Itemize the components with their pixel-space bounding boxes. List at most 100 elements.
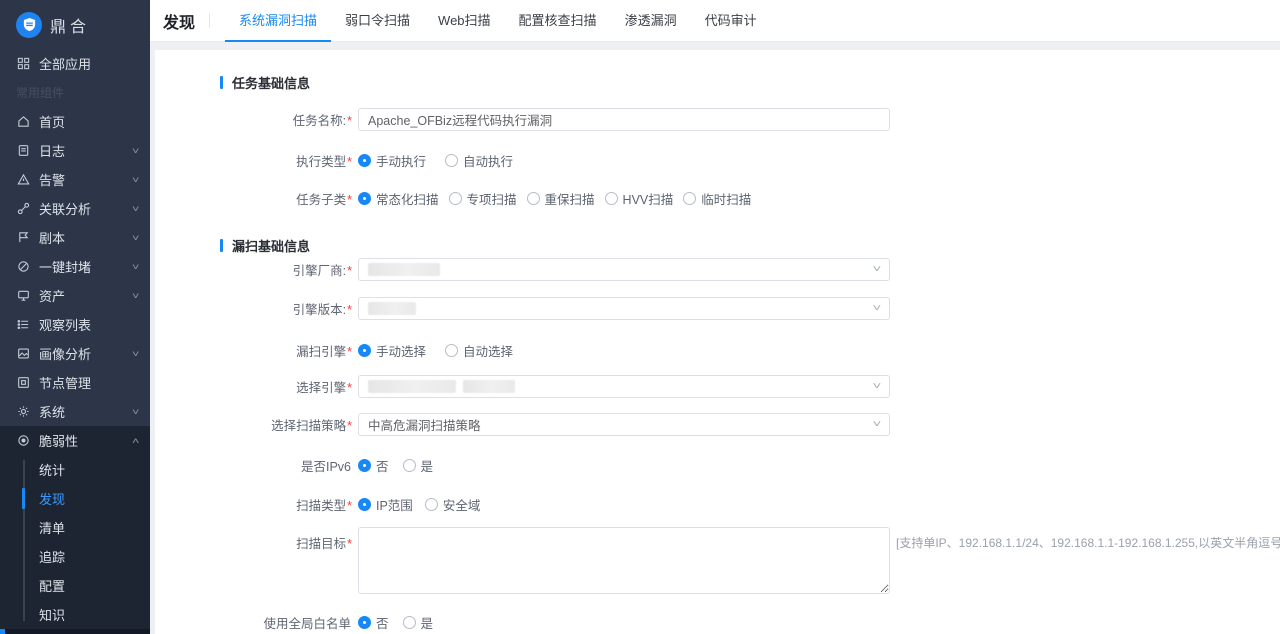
engine-vendor-select[interactable]: ˅ (358, 258, 890, 281)
engine-version-select[interactable]: ˅ (358, 297, 890, 320)
sidebar-subitem-statistics[interactable]: 统计 (0, 455, 150, 484)
row-engine-vendor: 引擎厂商:* ˅ (155, 258, 890, 281)
home-icon (16, 115, 30, 129)
chevron-down-icon: ˅ (132, 204, 139, 214)
redacted-value (463, 380, 515, 393)
vulnerability-submenu: 统计 发现 清单 追踪 配置 知识 (0, 455, 150, 629)
select-engine-select[interactable]: ˅ (358, 375, 890, 398)
sidebar-caption-common: 常用组件 (0, 78, 150, 107)
sidebar-item-profile-analysis[interactable]: 画像分析 ˅ (0, 339, 150, 368)
chevron-down-icon: ˅ (132, 262, 139, 272)
radio-normalized-scan[interactable]: 常态化扫描 (358, 189, 439, 208)
radio-off-icon (683, 192, 696, 205)
page-title: 发现 (163, 9, 195, 33)
radio-hvv-scan[interactable]: HVV扫描 (605, 189, 674, 208)
radio-manual-select[interactable]: 手动选择 (358, 341, 426, 360)
section-task-basic-info: 任务基础信息 (220, 73, 310, 92)
radio-special-scan[interactable]: 专项扫描 (449, 189, 517, 208)
sidebar-item-one-click-block[interactable]: 一键封堵 ˅ (0, 252, 150, 281)
image-icon (16, 347, 30, 361)
sidebar-item-playbook[interactable]: 剧本 ˅ (0, 223, 150, 252)
sidebar-item-node-management[interactable]: 节点管理 (0, 368, 150, 397)
radio-auto-select[interactable]: 自动选择 (445, 341, 513, 360)
scan-tabs: 系统漏洞扫描 弱口令扫描 Web扫描 配置核查扫描 渗透漏洞 代码审计 (225, 0, 771, 42)
block-icon (16, 260, 30, 274)
tab-web-scan[interactable]: Web扫描 (424, 0, 505, 42)
radio-auto-execute[interactable]: 自动执行 (445, 151, 513, 170)
sidebar-item-vulnerability[interactable]: 脆弱性 ˄ (0, 426, 150, 455)
chevron-down-icon: ˅ (132, 233, 139, 243)
chevron-down-icon: ˅ (873, 381, 882, 392)
grid-icon (16, 57, 30, 71)
sidebar-nav: 全部应用 常用组件 首页 日志 ˅ 告警 ˅ 关联分析 ˅ 剧本 ˅ (0, 49, 150, 426)
chevron-down-icon: ˅ (873, 264, 882, 275)
sidebar-item-system[interactable]: 系统 ˅ (0, 397, 150, 426)
row-ipv6: 是否IPv6 否 是 (155, 456, 433, 475)
tab-code-audit[interactable]: 代码审计 (691, 0, 771, 42)
main-area: 发现 系统漏洞扫描 弱口令扫描 Web扫描 配置核查扫描 渗透漏洞 代码审计 任… (150, 0, 1280, 634)
task-name-input[interactable] (358, 108, 890, 131)
redacted-value (368, 263, 440, 276)
radio-off-icon (445, 154, 458, 167)
sidebar-subitem-tracking[interactable]: 追踪 (0, 542, 150, 571)
radio-security-zone[interactable]: 安全域 (425, 495, 481, 514)
chevron-down-icon: ˅ (132, 291, 139, 301)
scan-target-textarea[interactable] (358, 527, 890, 594)
chevron-down-icon: ˅ (132, 175, 139, 185)
chevron-down-icon: ˅ (873, 303, 882, 314)
form-panel: 任务基础信息 任务名称:* 执行类型* 手动执行 自动执行 任务子类* (155, 50, 1280, 634)
top-tab-bar: 发现 系统漏洞扫描 弱口令扫描 Web扫描 配置核查扫描 渗透漏洞 代码审计 (150, 0, 1280, 42)
radio-off-icon (527, 192, 540, 205)
shield-logo-icon (16, 12, 42, 38)
sidebar-footer (0, 629, 150, 634)
radio-manual-execute[interactable]: 手动执行 (358, 151, 426, 170)
radio-off-icon (425, 498, 438, 511)
sidebar-item-assets[interactable]: 资产 ˅ (0, 281, 150, 310)
sidebar: 鼎合 全部应用 常用组件 首页 日志 ˅ 告警 ˅ 关联分析 ˅ 剧本 (0, 0, 150, 634)
chevron-down-icon: ˅ (873, 419, 882, 430)
sidebar-item-watchlist[interactable]: 观察列表 (0, 310, 150, 339)
sidebar-subitem-knowledge[interactable]: 知识 (0, 600, 150, 629)
list-icon (16, 318, 30, 332)
sidebar-subitem-discovery[interactable]: 发现 (0, 484, 150, 513)
row-task-subclass: 任务子类* 常态化扫描 专项扫描 重保扫描 HVV扫描 (155, 189, 751, 208)
row-task-name: 任务名称:* (155, 108, 890, 131)
radio-whitelist-no[interactable]: 否 (358, 613, 389, 632)
script-icon (16, 231, 30, 245)
section-bar (220, 239, 223, 252)
row-scan-target: 扫描目标* [支持单IP、192.168.1.1/24、192.168.1.1-… (155, 527, 890, 594)
radio-whitelist-yes[interactable]: 是 (403, 613, 434, 632)
radio-off-icon (445, 344, 458, 357)
sidebar-item-home[interactable]: 首页 (0, 107, 150, 136)
sidebar-group-vulnerability: 脆弱性 ˄ 统计 发现 清单 追踪 配置 知识 (0, 426, 150, 629)
radio-ipv6-no[interactable]: 否 (358, 456, 389, 475)
radio-off-icon (403, 459, 416, 472)
divider (209, 13, 210, 28)
radio-on-icon (358, 154, 371, 167)
radio-on-icon (358, 344, 371, 357)
sidebar-item-logs[interactable]: 日志 ˅ (0, 136, 150, 165)
tab-weak-password-scan[interactable]: 弱口令扫描 (331, 0, 424, 42)
row-scan-engine-mode: 漏扫引擎* 手动选择 自动选择 (155, 341, 513, 360)
radio-ip-range[interactable]: IP范围 (358, 495, 413, 514)
scan-engine-mode-radio-group: 手动选择 自动选择 (358, 341, 513, 360)
radio-ipv6-yes[interactable]: 是 (403, 456, 434, 475)
sidebar-item-all-apps[interactable]: 全部应用 (0, 49, 150, 78)
row-scan-strategy: 选择扫描策略* 中高危漏洞扫描策略 ˅ (155, 413, 890, 436)
radio-off-icon (605, 192, 618, 205)
radio-temporary-scan[interactable]: 临时扫描 (683, 189, 751, 208)
redacted-value (368, 302, 416, 315)
radio-key-protection-scan[interactable]: 重保扫描 (527, 189, 595, 208)
tab-penetration-vuln[interactable]: 渗透漏洞 (611, 0, 691, 42)
sidebar-item-correlation-analysis[interactable]: 关联分析 ˅ (0, 194, 150, 223)
chevron-down-icon: ˅ (132, 146, 139, 156)
scan-strategy-select[interactable]: 中高危漏洞扫描策略 ˅ (358, 413, 890, 436)
row-global-whitelist: 使用全局白名单 否 是 (155, 613, 433, 632)
sidebar-subitem-configuration[interactable]: 配置 (0, 571, 150, 600)
node-icon (16, 376, 30, 390)
sidebar-subitem-inventory[interactable]: 清单 (0, 513, 150, 542)
tab-config-check-scan[interactable]: 配置核查扫描 (505, 0, 611, 42)
radio-on-icon (358, 616, 371, 629)
tab-system-vuln-scan[interactable]: 系统漏洞扫描 (225, 0, 331, 42)
sidebar-item-alerts[interactable]: 告警 ˅ (0, 165, 150, 194)
